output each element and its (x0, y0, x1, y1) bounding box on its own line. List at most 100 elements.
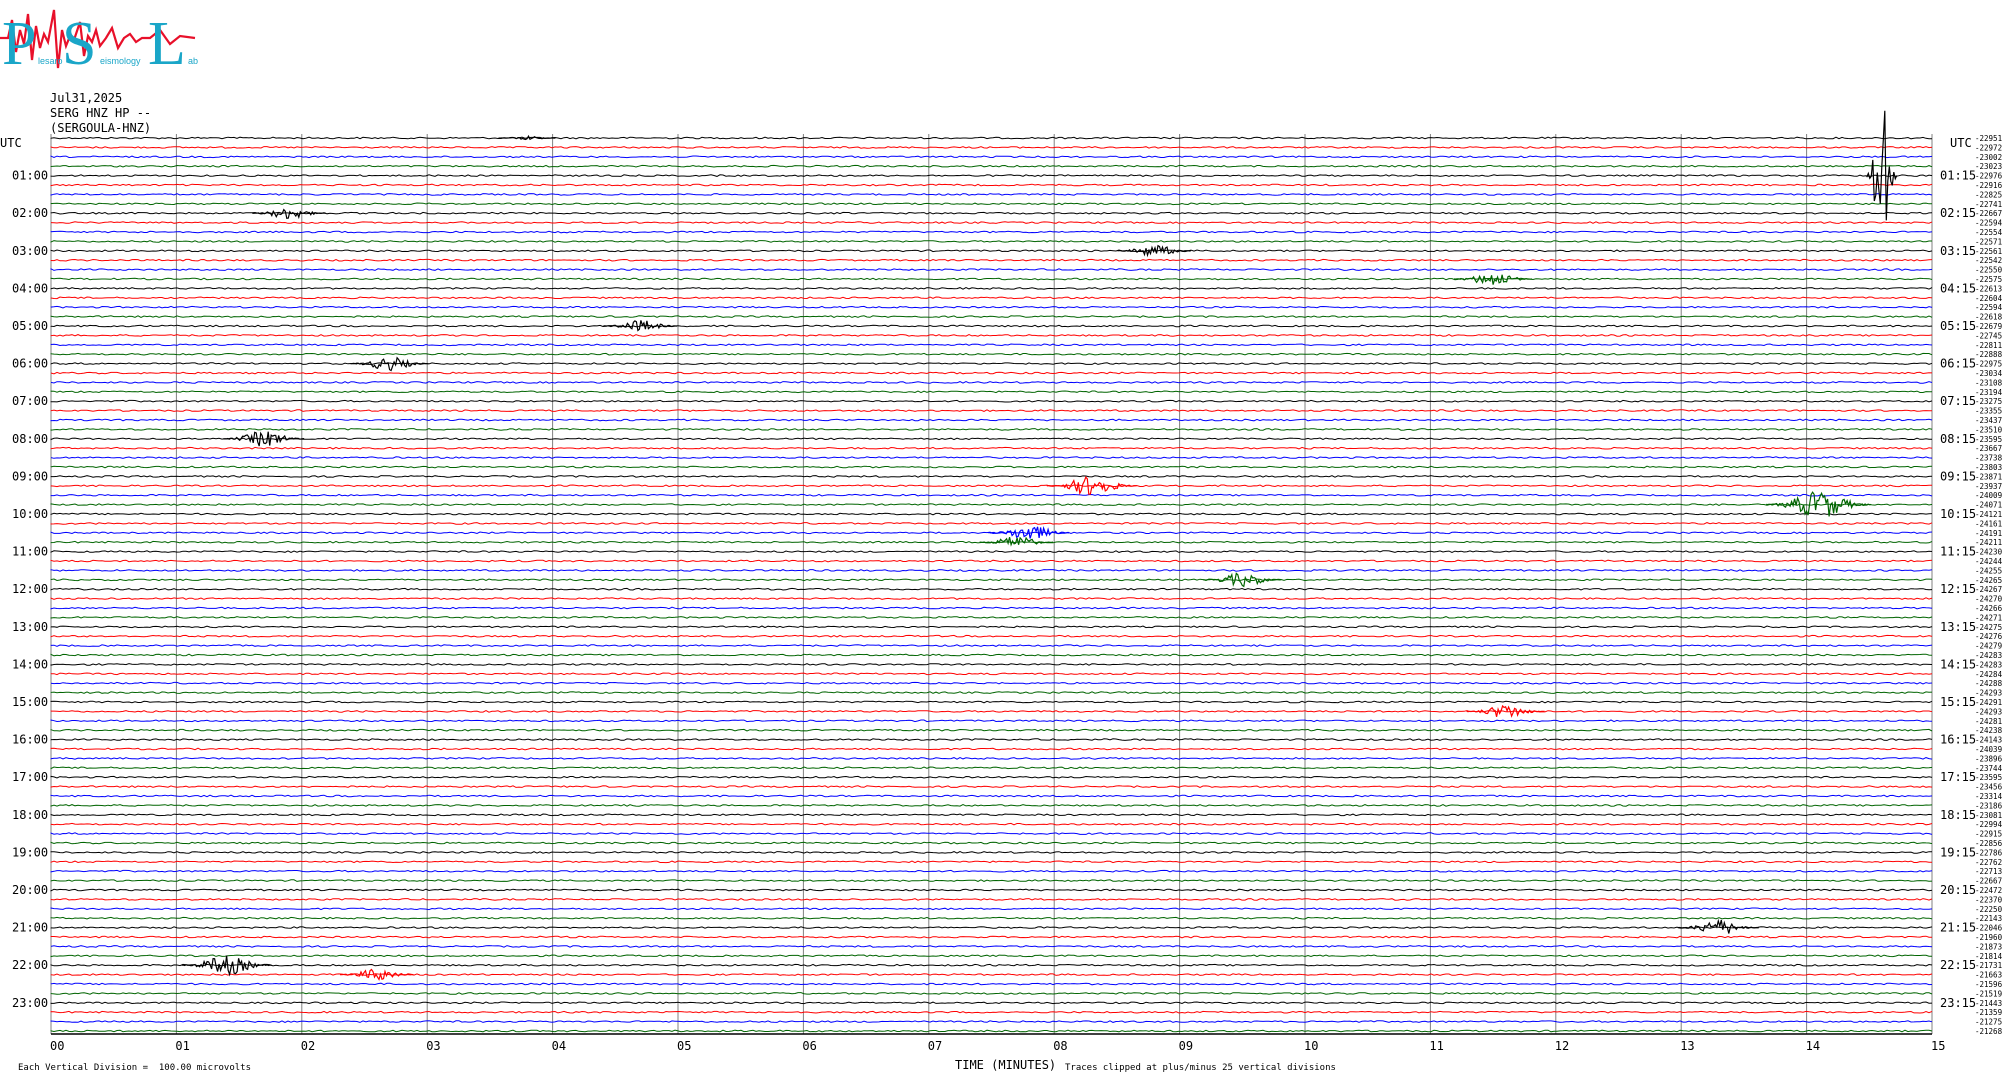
trace-offset-label: -22762 (1975, 858, 2002, 867)
trace-line (50, 813, 1933, 817)
trace-offset-label: -24283 (1975, 660, 2002, 669)
clip-note: Traces clipped at plus/minus 25 vertical… (1065, 1063, 1336, 1073)
right-time-label: 21:15 (1940, 921, 1976, 935)
trace-line (50, 728, 1933, 732)
trace-offset-label: -23108 (1975, 378, 2003, 387)
trace-offset-label: -22951 (1975, 134, 2002, 143)
event-mark (340, 968, 414, 981)
left-time-label: 05:00 (12, 319, 48, 333)
trace-line (50, 559, 1933, 563)
left-time-label: 22:00 (12, 958, 48, 972)
left-time-label: 16:00 (12, 733, 48, 747)
trace-offset-label: -22542 (1975, 256, 2002, 265)
right-time-label: 06:15 (1940, 357, 1976, 371)
trace-offset-label: -22916 (1975, 181, 2003, 190)
trace-offset-label: -22888 (1975, 350, 2003, 359)
left-time-label: 12:00 (12, 582, 48, 596)
right-time-label: 15:15 (1940, 695, 1976, 709)
trace-offset-label: -23510 (1975, 425, 2003, 434)
trace-line (50, 747, 1933, 751)
trace-line (50, 362, 1933, 365)
trace-line (50, 691, 1933, 694)
trace-line (50, 597, 1933, 600)
right-time-label: 01:15 (1940, 169, 1976, 183)
trace-line (50, 334, 1933, 337)
trace-line (50, 1010, 1933, 1014)
trace-line (50, 973, 1933, 976)
right-axis-title: UTC (1950, 136, 1972, 150)
trace-line (50, 136, 1932, 140)
trace-line (50, 174, 1933, 177)
trace-line (50, 305, 1933, 309)
trace-offset-label: -24265 (1975, 576, 2002, 585)
trace-line (50, 1029, 1933, 1033)
trace-offset-label: -22667 (1975, 209, 2002, 218)
trace-line (50, 202, 1933, 206)
trace-offset-label: -24143 (1975, 736, 2002, 745)
right-time-label: 23:15 (1940, 996, 1976, 1010)
trace-line (50, 381, 1933, 384)
x-tick-label: 00 (50, 1039, 64, 1053)
trace-line (50, 146, 1933, 149)
trace-offset-label: -21663 (1975, 971, 2002, 980)
trace-offset-label: -23896 (1975, 754, 2003, 763)
trace-offset-label: -23595 (1975, 773, 2002, 782)
trace-offset-label: -24255 (1975, 566, 2002, 575)
x-tick-label: 02 (301, 1039, 315, 1053)
trace-line (50, 681, 1933, 685)
trace-offset-label: -22825 (1975, 190, 2002, 199)
trace-offset-label: -23437 (1975, 416, 2002, 425)
trace-line (50, 258, 1933, 262)
trace-offset-label: -21268 (1975, 1027, 2003, 1036)
event-mark (603, 320, 677, 332)
left-time-label: 11:00 (12, 545, 48, 559)
trace-offset-label: -22554 (1975, 228, 2003, 237)
left-time-label: 20:00 (12, 883, 48, 897)
right-time-label: 14:15 (1940, 657, 1976, 671)
trace-line (50, 399, 1933, 403)
trace-line (50, 879, 1933, 882)
trace-offset-label: -22976 (1975, 172, 2003, 181)
trace-line (50, 418, 1933, 422)
trace-line (50, 785, 1933, 788)
trace-line (50, 860, 1932, 864)
trace-offset-label: -24244 (1975, 557, 2003, 566)
trace-offset-label: -24009 (1975, 491, 2002, 500)
trace-offset-label: -24281 (1975, 717, 2002, 726)
x-tick-label: 08 (1053, 1039, 1067, 1053)
trace-offset-label: -22594 (1975, 219, 2003, 228)
trace-line (50, 569, 1933, 572)
trace-line (50, 916, 1933, 920)
trace-line (50, 982, 1933, 986)
trace-offset-label: -22571 (1975, 237, 2002, 246)
trace-line (50, 653, 1933, 657)
x-tick-label: 03 (426, 1039, 440, 1053)
trace-line (50, 1001, 1933, 1005)
trace-offset-label: -22975 (1975, 360, 2002, 369)
right-time-label: 13:15 (1940, 620, 1976, 634)
trace-offset-label: -23275 (1975, 397, 2002, 406)
trace-line (50, 869, 1933, 873)
trace-offset-label: -21814 (1975, 952, 2003, 961)
trace-offset-label: -24293 (1975, 707, 2002, 716)
left-time-label: 19:00 (12, 845, 48, 859)
trace-offset-label: -24270 (1975, 595, 2003, 604)
trace-group (50, 136, 1933, 1033)
trace-line (50, 616, 1933, 619)
trace-offset-label: -22143 (1975, 914, 2002, 923)
trace-offset-label: -24211 (1975, 538, 2002, 547)
trace-line (50, 822, 1933, 826)
trace-offset-label: -22550 (1975, 266, 2003, 275)
left-time-label: 17:00 (12, 770, 48, 784)
trace-offset-label: -22561 (1975, 247, 2002, 256)
trace-offset-label: -23744 (1975, 764, 2003, 773)
trace-offset-label: -24191 (1975, 529, 2002, 538)
trace-line (50, 296, 1933, 300)
trace-offset-label: -24238 (1975, 726, 2003, 735)
x-tick-label: 07 (928, 1039, 942, 1053)
trace-line (50, 663, 1933, 666)
trace-line (50, 164, 1933, 168)
right-time-label: 10:15 (1940, 507, 1976, 521)
trace-line (50, 221, 1933, 224)
trace-offset-label: -22713 (1975, 867, 2002, 876)
